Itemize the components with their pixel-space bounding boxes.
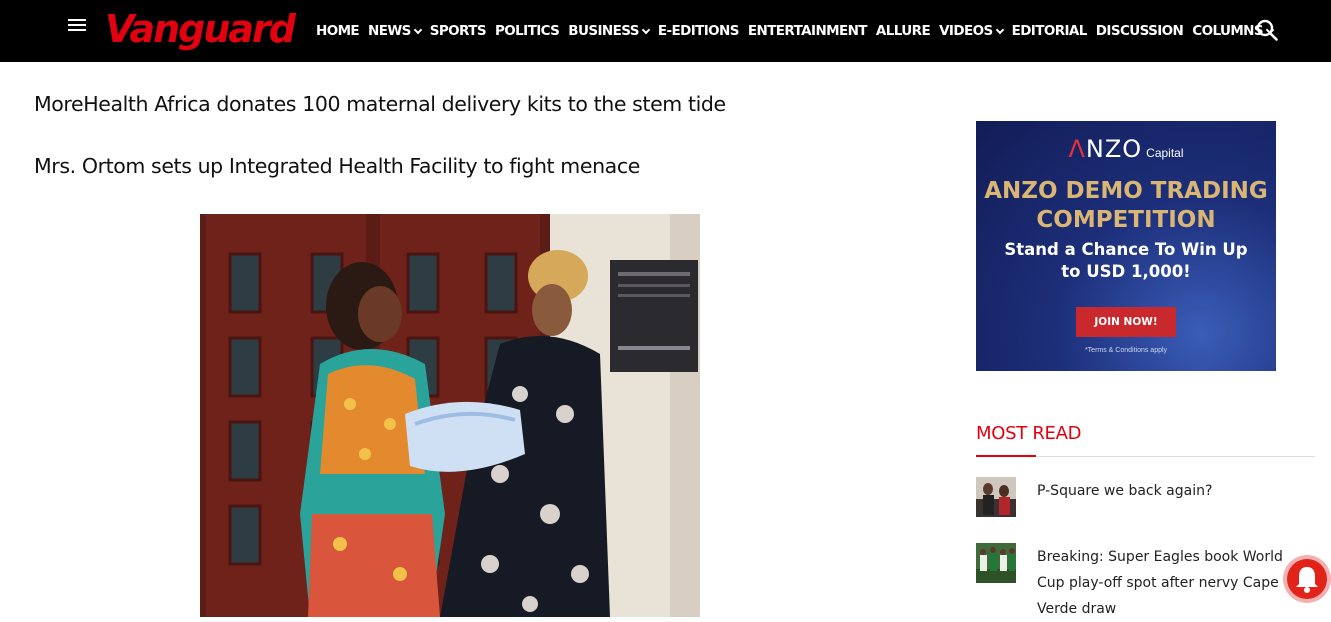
article-thumbnail[interactable] — [976, 543, 1016, 583]
nav-item-allure[interactable]: ALLURE — [876, 23, 931, 39]
chevron-down-icon — [995, 25, 1004, 34]
related-article-link[interactable]: MoreHealth Africa donates 100 maternal d… — [34, 92, 726, 116]
nav-item-videos[interactable]: VIDEOS — [939, 23, 1004, 39]
ad-title: ANZO DEMO TRADING COMPETITION — [984, 178, 1268, 233]
nav-item-business[interactable]: BUSINESS — [568, 23, 651, 39]
site-header: Vanguard HOME NEWS SPORTS POLITICS BUSIN… — [0, 0, 1331, 62]
nav-item-sports[interactable]: SPORTS — [430, 23, 487, 39]
site-logo[interactable]: Vanguard — [105, 3, 296, 55]
ad-brand-logo: ΛNZO Capital — [1068, 135, 1184, 163]
chevron-down-icon — [413, 25, 423, 34]
related-article-link[interactable]: Mrs. Ortom sets up Integrated Health Fac… — [34, 154, 640, 178]
nav-item-entertainment[interactable]: ENTERTAINMENT — [748, 23, 868, 39]
most-read-heading: MOST READ — [976, 423, 1082, 444]
chevron-down-icon — [641, 25, 651, 34]
most-read-title[interactable]: Breaking: Super Eagles book World Cup pl… — [1037, 544, 1297, 622]
ad-subtitle: Stand a Chance To Win Up to USD 1,000! — [1004, 240, 1248, 281]
search-icon[interactable] — [1256, 19, 1278, 41]
nav-item-editorial[interactable]: EDITORIAL — [1012, 23, 1088, 39]
ad-terms: *Terms & Conditions apply — [1084, 347, 1168, 354]
nav-item-news[interactable]: NEWS — [368, 23, 423, 39]
article-photo — [200, 214, 700, 617]
most-read-title[interactable]: P-Square we back again? — [1037, 478, 1297, 504]
anzo-advertisement[interactable]: ΛNZO Capital ANZO DEMO TRADING COMPETITIO… — [976, 121, 1276, 371]
nav-item-discussion[interactable]: DISCUSSION — [1096, 23, 1184, 39]
article-thumbnail[interactable] — [976, 477, 1016, 517]
bell-icon[interactable] — [1281, 553, 1331, 605]
nav-item-politics[interactable]: POLITICS — [495, 23, 560, 39]
most-read-accent — [976, 455, 1036, 457]
nav-item-e-editions[interactable]: E-EDITIONS — [658, 23, 740, 39]
hamburger-menu-icon[interactable] — [68, 19, 86, 33]
main-nav: HOME NEWS SPORTS POLITICS BUSINESS E-EDI… — [316, 0, 1282, 62]
ad-join-button[interactable]: JOIN NOW! — [1076, 307, 1176, 337]
nav-item-home[interactable]: HOME — [316, 23, 360, 39]
